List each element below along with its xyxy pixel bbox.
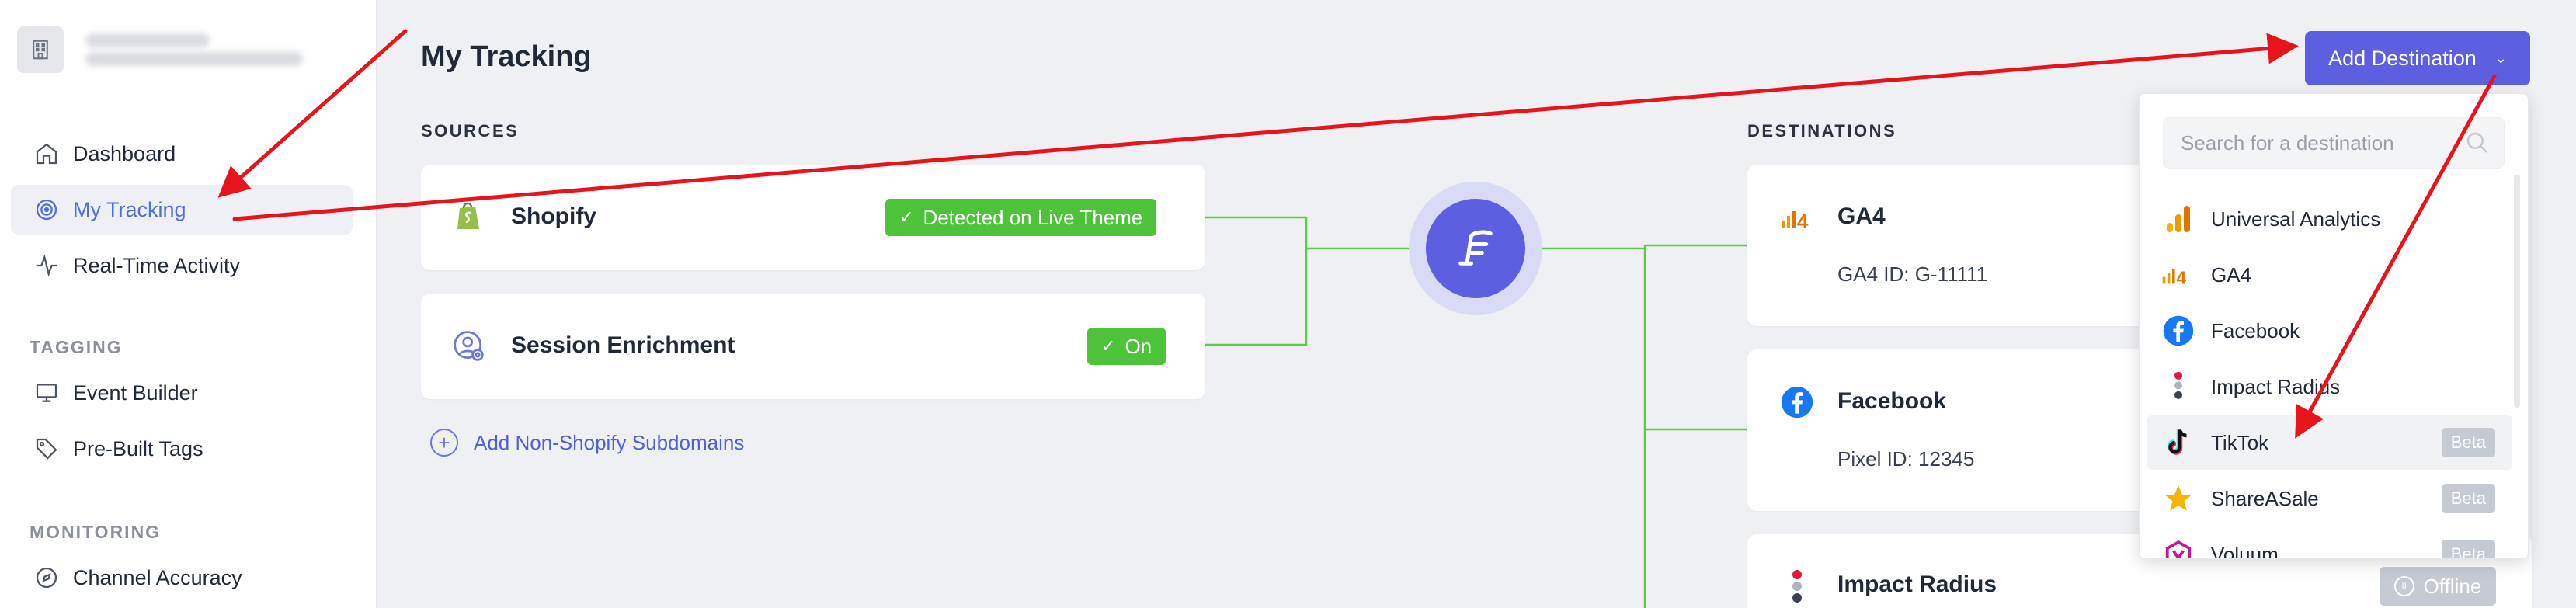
status-badge: ✓ On: [1087, 328, 1166, 365]
monitor-icon: [31, 377, 62, 408]
check-icon: ✓: [1101, 336, 1116, 356]
add-destination-button[interactable]: Add Destination ⌄: [2305, 31, 2530, 85]
sidebar-item-label: Event Builder: [73, 380, 198, 405]
sidebar-item-label: Dashboard: [73, 141, 176, 165]
sidebar-item-label: Real-Time Activity: [73, 253, 241, 277]
dropdown-option-tiktok[interactable]: TikTok Beta: [2147, 415, 2512, 470]
destination-name: GA4: [1837, 203, 1886, 229]
sidebar-item-label: My Tracking: [73, 197, 186, 221]
destination-name: Impact Radius: [1837, 572, 1997, 597]
facebook-icon: [1780, 385, 1814, 423]
status-badge: ✓ Detected on Live Theme: [885, 199, 1157, 236]
sidebar-item-pre-built-tags[interactable]: Pre-Built Tags: [11, 424, 353, 474]
home-icon: [31, 138, 62, 169]
destination-card-facebook[interactable]: Facebook Pixel ID: 12345: [1747, 349, 2182, 511]
section-label-tagging: TAGGING: [30, 337, 123, 357]
source-name: Shopify: [511, 203, 596, 229]
elevar-logo-icon: [1426, 199, 1525, 298]
impact-icon: [2161, 370, 2195, 404]
destination-card-ga4[interactable]: 4 GA4 GA4 ID: G-11111: [1747, 165, 2182, 326]
ga4-icon: 4: [1780, 205, 1819, 235]
dropdown-option-shareasale[interactable]: ShareASale Beta: [2147, 471, 2512, 526]
dropdown-option-ga4[interactable]: 4 GA4: [2147, 248, 2512, 302]
sidebar-item-my-tracking[interactable]: My Tracking: [11, 185, 353, 235]
svg-text:4: 4: [1797, 210, 1809, 231]
compass-icon: [31, 562, 62, 593]
impact-icon: [1788, 568, 1806, 608]
option-label: GA4: [2211, 262, 2252, 287]
source-name: Session Enrichment: [511, 332, 735, 358]
option-label: TikTok: [2211, 430, 2269, 454]
search-placeholder: Search for a destination: [2181, 130, 2394, 155]
sidebar-item-label: Channel Accuracy: [73, 565, 242, 589]
source-card-session-enrichment[interactable]: Session Enrichment ✓ On: [421, 294, 1205, 399]
beta-badge: Beta: [2441, 484, 2495, 513]
tag-icon: [31, 433, 62, 464]
option-label: Voluum: [2211, 542, 2279, 559]
search-icon: [2465, 130, 2490, 161]
plus-circle-icon: +: [430, 429, 458, 457]
shopify-icon: [455, 200, 481, 235]
source-card-shopify[interactable]: Shopify ✓ Detected on Live Theme: [421, 165, 1205, 270]
status-text: Offline: [2423, 574, 2482, 598]
facebook-icon: [2161, 314, 2195, 348]
destination-detail: Pixel ID: 12345: [1837, 447, 1975, 471]
target-icon: [31, 194, 62, 225]
add-subdomains-label: Add Non-Shopify Subdomains: [474, 430, 745, 454]
page-title: My Tracking: [421, 40, 592, 73]
sidebar-item-event-builder[interactable]: Event Builder: [11, 368, 353, 418]
ga4-icon: 4: [2161, 258, 2195, 292]
beta-badge: Beta: [2441, 540, 2495, 558]
option-label: Universal Analytics: [2211, 207, 2381, 231]
tiktok-icon: [2161, 426, 2195, 460]
scrollbar[interactable]: [2514, 175, 2520, 408]
building-icon: [17, 26, 64, 73]
destination-name: Facebook: [1837, 388, 1947, 414]
sources-label: SOURCES: [421, 121, 520, 141]
status-badge-offline: II Offline: [2380, 567, 2496, 606]
activity-icon: [31, 250, 62, 281]
destination-search-input[interactable]: Search for a destination: [2163, 117, 2505, 169]
option-label: ShareASale: [2211, 486, 2319, 510]
beta-badge: Beta: [2441, 428, 2495, 457]
check-icon: ✓: [899, 207, 914, 227]
option-label: Impact Radius: [2211, 374, 2341, 398]
status-text: On: [1125, 334, 1152, 358]
user-settings-icon: [452, 329, 486, 367]
sidebar-item-channel-accuracy[interactable]: Channel Accuracy: [11, 553, 353, 603]
dropdown-option-universal-analytics[interactable]: Universal Analytics: [2147, 192, 2512, 246]
destinations-label: DESTINATIONS: [1747, 121, 1897, 141]
pause-icon: II: [2393, 576, 2414, 596]
dropdown-option-impact-radius[interactable]: Impact Radius: [2147, 360, 2512, 414]
ua-icon: [2161, 202, 2195, 236]
section-label-monitoring: MONITORING: [30, 522, 162, 542]
sidebar-item-dashboard[interactable]: Dashboard: [11, 129, 353, 179]
chevron-down-icon: ⌄: [2494, 50, 2507, 66]
dropdown-option-facebook[interactable]: Facebook: [2147, 304, 2512, 358]
add-destination-label: Add Destination: [2328, 46, 2477, 70]
add-subdomains-link[interactable]: + Add Non-Shopify Subdomains: [430, 429, 744, 457]
org-switcher[interactable]: [17, 26, 303, 73]
org-name-redacted: [85, 29, 303, 71]
status-text: Detected on Live Theme: [923, 205, 1143, 229]
sidebar: Dashboard My Tracking Real-Time Activity…: [0, 0, 377, 608]
sidebar-item-real-time-activity[interactable]: Real-Time Activity: [11, 241, 353, 290]
voluum-icon: [2161, 537, 2195, 558]
dropdown-option-voluum[interactable]: Voluum Beta: [2147, 527, 2512, 559]
destination-detail: GA4 ID: G-11111: [1837, 262, 1988, 286]
sidebar-item-label: Pre-Built Tags: [73, 436, 203, 460]
star-icon: [2161, 481, 2195, 516]
svg-text:4: 4: [2176, 267, 2186, 287]
option-label: Facebook: [2211, 318, 2300, 342]
destination-dropdown: Search for a destination Universal Analy…: [2139, 93, 2529, 559]
